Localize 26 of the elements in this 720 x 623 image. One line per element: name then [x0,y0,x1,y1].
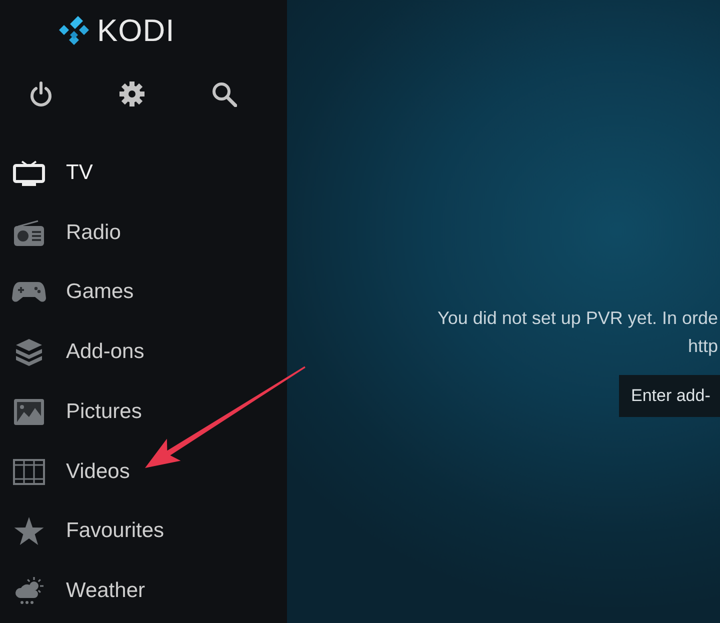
search-button[interactable] [211,81,237,107]
tv-icon [13,160,45,186]
game-controller-icon [12,281,46,304]
menu-item[interactable]: Weather [0,561,250,621]
message-text: http [688,335,719,358]
star-icon [14,516,44,546]
settings-icon [119,81,145,107]
menu-item[interactable]: TV [0,143,250,203]
menu-item[interactable]: Favourites [0,502,250,562]
radio-icon [13,220,45,246]
weather-icon [14,577,44,606]
power-button[interactable] [29,81,53,107]
power-icon [29,81,53,107]
menu-item[interactable]: Add-ons [0,322,250,382]
menu-item[interactable]: Games [0,262,250,322]
menu-item[interactable]: Videos [0,442,250,502]
enter-addon-button[interactable]: Enter add- [619,375,720,417]
search-icon [211,81,237,107]
message-text: You did not set up PVR yet. In orde [437,307,719,330]
settings-button[interactable] [119,81,145,107]
stacked-layers-icon [15,338,43,366]
menu-item[interactable]: Radio [0,202,250,262]
picture-icon [14,398,44,425]
diamond-logo-icon [58,14,90,46]
logo-text: KODI [97,14,175,46]
film-icon [13,458,45,485]
